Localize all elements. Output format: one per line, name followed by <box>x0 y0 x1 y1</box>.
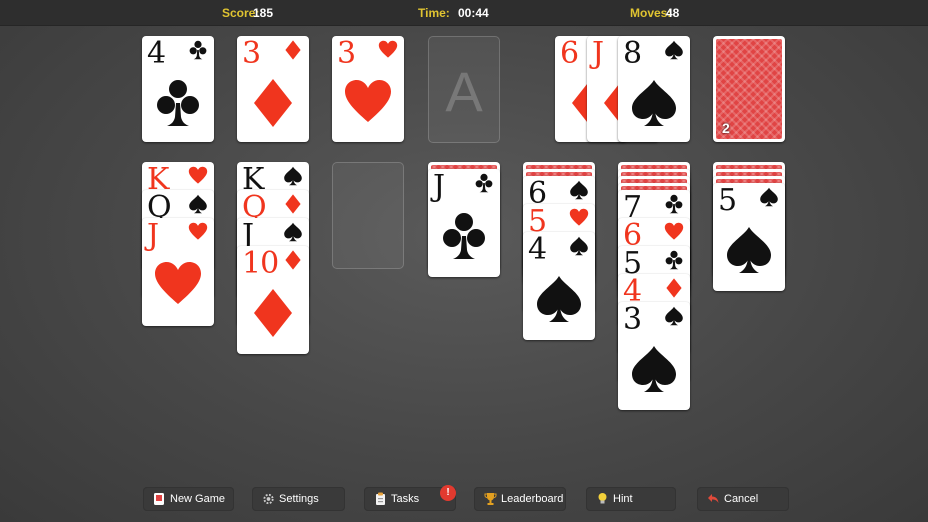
card-3-of-hearts[interactable]: 3 <box>332 36 404 142</box>
card-rank: 5 <box>718 183 737 218</box>
card-10-of-diamonds[interactable]: 10 <box>237 246 309 354</box>
card-rank: J <box>147 218 159 253</box>
moves-value: 48 <box>666 6 680 20</box>
card-J-of-hearts[interactable]: J <box>142 218 214 326</box>
tasks-label: Tasks <box>391 493 420 505</box>
score-value: 185 <box>253 6 274 20</box>
clipboard-icon <box>374 492 387 506</box>
foundation-empty-slot[interactable]: A <box>428 36 500 143</box>
card-rank: J <box>592 36 604 71</box>
card-5-of-spades[interactable]: 5 <box>713 183 785 291</box>
tableau-empty-slot[interactable] <box>332 162 404 269</box>
card-J-of-clubs[interactable]: J <box>428 169 500 277</box>
card-3-of-diamonds[interactable]: 3 <box>237 36 309 142</box>
card-rank: 4 <box>147 36 166 71</box>
status-bar: Score: 185 Time: 00:44 Moves: 48 <box>0 0 928 26</box>
time-value: 00:44 <box>458 6 489 20</box>
card-rank: J <box>433 169 445 204</box>
card-4-of-spades[interactable]: 4 <box>523 232 595 340</box>
card-8-of-spades[interactable]: 8 <box>618 36 690 142</box>
card-rank: 8 <box>623 36 642 71</box>
card-rank: 4 <box>528 232 547 267</box>
leaderboard-label: Leaderboard <box>501 493 564 505</box>
hint-label: Hint <box>613 493 633 505</box>
new-game-button[interactable]: New Game <box>143 487 234 511</box>
cards-icon <box>153 492 166 506</box>
card-3-of-spades[interactable]: 3 <box>618 302 690 410</box>
new-game-label: New Game <box>170 493 226 505</box>
foundation-ace-placeholder: A <box>445 60 483 123</box>
card-rank: 10 <box>242 246 279 281</box>
card-rank: 3 <box>337 36 356 71</box>
hint-button[interactable]: Hint <box>586 487 676 511</box>
stock-pile[interactable]: 2 <box>713 36 785 142</box>
leaderboard-button[interactable]: Leaderboard <box>474 487 566 511</box>
card-rank: 3 <box>242 36 261 71</box>
tasks-notification-badge: ! <box>440 485 456 501</box>
time-label: Time: <box>418 6 450 20</box>
card-rank: 3 <box>623 302 642 337</box>
trophy-icon <box>484 492 497 506</box>
gear-icon <box>262 492 275 506</box>
undo-arrow-icon <box>707 492 720 506</box>
lightbulb-icon <box>596 492 609 506</box>
settings-button[interactable]: Settings <box>252 487 345 511</box>
settings-label: Settings <box>279 493 319 505</box>
card-4-of-clubs[interactable]: 4 <box>142 36 214 142</box>
stock-count: 2 <box>722 120 730 136</box>
card-rank: 6 <box>560 36 579 71</box>
cancel-button[interactable]: Cancel <box>697 487 789 511</box>
cancel-label: Cancel <box>724 493 759 505</box>
